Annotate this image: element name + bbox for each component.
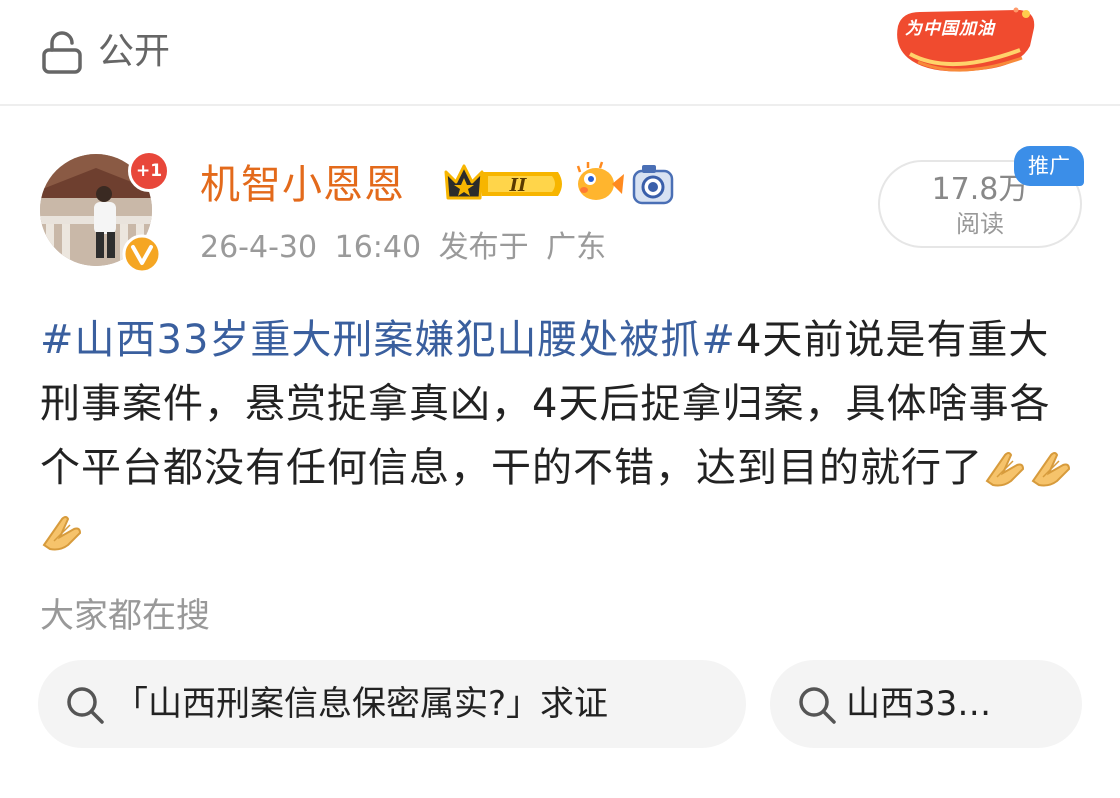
search-suggestion-text: 「山西刑案信息保密属实?」求证 [114,684,609,724]
author-name[interactable]: 机智小恩恩 [200,160,405,210]
unlock-icon[interactable] [40,30,84,74]
pufferfish-icon[interactable] [572,160,624,206]
search-icon [67,687,104,724]
folded-hands-emoji [1031,452,1071,487]
search-icon [799,687,836,724]
campaign-badge-text: 为中国加油 [905,19,995,39]
folded-hands-emoji [42,516,82,551]
post-timestamp: 26-4-30 16:40 [200,230,422,265]
crown-level-text: II [509,175,527,196]
reads-label: 阅读 [956,210,1004,238]
search-suggestion-chip[interactable]: 「山西刑案信息保密属实?」求证 [38,660,746,748]
promo-tag[interactable]: 推广 [1014,146,1084,186]
post-meta: 26-4-30 16:40 发布于 广东 [200,228,606,268]
search-suggestion-chip[interactable]: 山西33… [770,660,1082,748]
visibility-label[interactable]: 公开 [98,30,170,74]
verified-v-icon [122,234,162,274]
top-bar: 公开 为中国加油 [0,0,1120,106]
notification-badge[interactable]: +1 [128,150,170,192]
post-location: 发布于 广东 [438,230,607,265]
folded-hands-emoji [985,452,1025,487]
search-suggestions-heading: 大家都在搜 [40,596,210,636]
search-suggestion-text: 山西33… [846,684,992,724]
crown-level-badge-icon[interactable]: II [442,160,566,208]
hashtag-link[interactable]: #山西33岁重大刑案嫌犯山腰处被抓# [40,317,736,363]
camera-icon[interactable] [630,163,676,207]
post-body: #山西33岁重大刑案嫌犯山腰处被抓#4天前说是有重大刑事案件，悬赏捉拿真凶，4天… [40,308,1090,564]
